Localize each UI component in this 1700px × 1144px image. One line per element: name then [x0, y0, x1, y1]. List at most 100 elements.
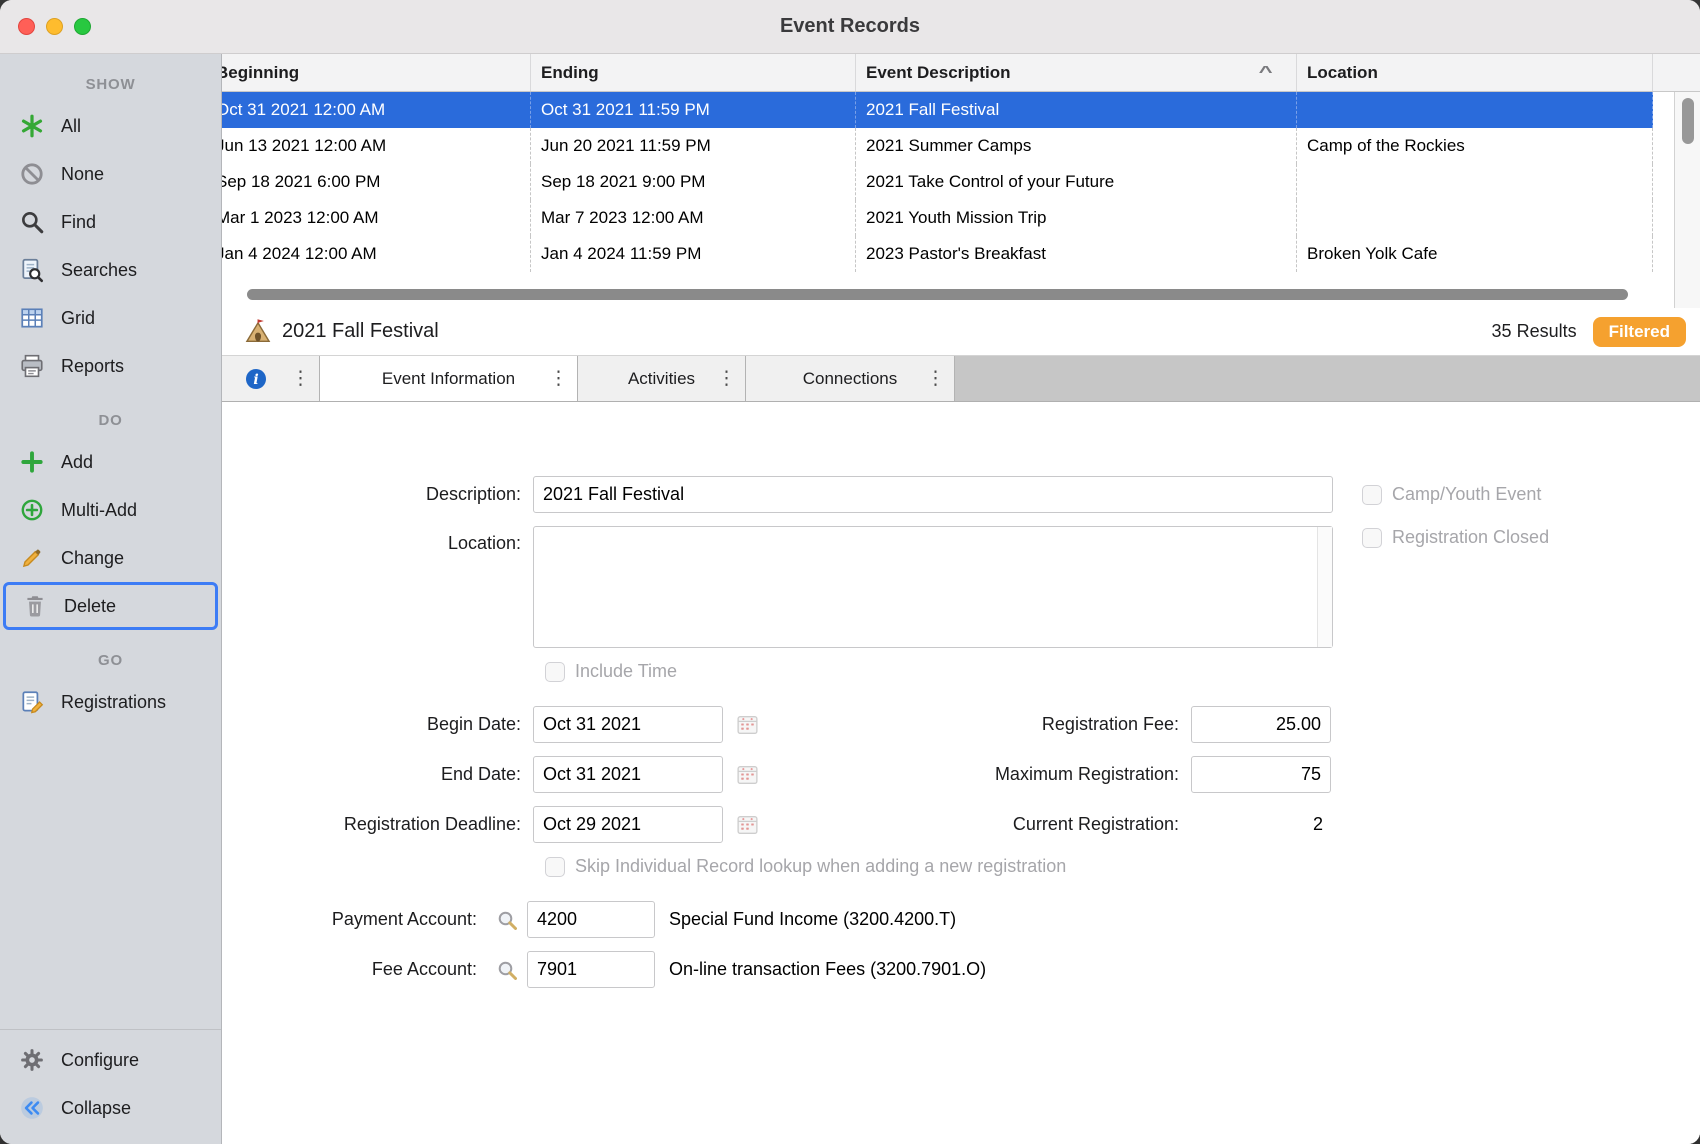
registration-fee-input[interactable]: [1191, 706, 1331, 743]
include-time-label: Include Time: [575, 661, 677, 682]
table-row[interactable]: Sep 18 2021 6:00 PM Sep 18 2021 9:00 PM …: [222, 164, 1700, 200]
cell-location: [1297, 164, 1653, 200]
cell-description: 2023 Pastor's Breakfast: [856, 236, 1297, 272]
sidebar-item-searches[interactable]: Searches: [0, 246, 221, 294]
fee-account-label: Fee Account:: [222, 959, 489, 980]
registration-deadline-input[interactable]: [533, 806, 723, 843]
info-icon: i: [244, 367, 268, 391]
event-records-window: Event Records SHOW All None Fi: [0, 0, 1700, 1144]
tab-menu-icon[interactable]: ⋮: [291, 367, 310, 390]
sidebar-item-label: Reports: [61, 356, 124, 377]
table-row[interactable]: Mar 1 2023 12:00 AM Mar 7 2023 12:00 AM …: [222, 200, 1700, 236]
column-header-event-description[interactable]: Event Description ^: [856, 54, 1297, 91]
column-header-ending[interactable]: Ending: [531, 54, 856, 91]
record-title: 2021 Fall Festival: [282, 320, 439, 343]
vertical-scrollbar-thumb[interactable]: [1682, 98, 1694, 144]
camp-youth-event-checkbox[interactable]: [1362, 485, 1382, 505]
begin-date-label: Begin Date:: [222, 714, 533, 735]
horizontal-scrollbar-thumb[interactable]: [247, 289, 1628, 300]
sidebar-item-reports[interactable]: Reports: [0, 342, 221, 390]
textarea-scrollbar[interactable]: [1317, 527, 1332, 647]
no-entry-icon: [18, 161, 45, 188]
asterisk-icon: [18, 113, 45, 140]
calendar-icon[interactable]: [735, 812, 760, 837]
payment-account-input[interactable]: [527, 901, 655, 938]
sidebar-item-collapse[interactable]: Collapse: [0, 1084, 221, 1132]
sort-ascending-icon: ^: [1258, 64, 1272, 82]
cell-filler: [1653, 200, 1674, 236]
tab-activities[interactable]: Activities ⋮: [578, 356, 746, 401]
close-button[interactable]: [18, 18, 35, 35]
sidebar-item-add[interactable]: Add: [0, 438, 221, 486]
cell-beginning: Mar 1 2023 12:00 AM: [222, 200, 531, 236]
sidebar-item-change[interactable]: Change: [0, 534, 221, 582]
registration-closed-checkbox[interactable]: [1362, 528, 1382, 548]
camp-youth-event-label: Camp/Youth Event: [1392, 484, 1541, 505]
trash-icon: [21, 593, 48, 620]
cell-description: 2021 Take Control of your Future: [856, 164, 1297, 200]
sidebar-header-show: SHOW: [0, 68, 221, 102]
end-date-input[interactable]: [533, 756, 723, 793]
table-row[interactable]: Jun 13 2021 12:00 AM Jun 20 2021 11:59 P…: [222, 128, 1700, 164]
sidebar-item-find[interactable]: Find: [0, 198, 221, 246]
sidebar-item-configure[interactable]: Configure: [0, 1036, 221, 1084]
payment-account-label: Payment Account:: [222, 909, 489, 930]
table-header-row: Beginning Ending Event Description ^ Loc…: [222, 54, 1700, 92]
cell-ending: Mar 7 2023 12:00 AM: [531, 200, 856, 236]
sidebar-item-grid[interactable]: Grid: [0, 294, 221, 342]
cell-ending: Oct 31 2021 11:59 PM: [531, 92, 856, 128]
vertical-scrollbar: [1674, 92, 1700, 308]
include-time-checkbox[interactable]: [545, 662, 565, 682]
begin-date-input[interactable]: [533, 706, 723, 743]
minimize-button[interactable]: [46, 18, 63, 35]
fee-account-input[interactable]: [527, 951, 655, 988]
cell-filler: [1653, 92, 1674, 128]
column-header-location[interactable]: Location: [1297, 54, 1653, 91]
printer-icon: [18, 353, 45, 380]
sidebar-item-label: Delete: [64, 596, 116, 617]
sidebar-header-go: GO: [0, 644, 221, 678]
maximum-registration-input[interactable]: [1191, 756, 1331, 793]
table-row[interactable]: Jan 4 2024 12:00 AM Jan 4 2024 11:59 PM …: [222, 236, 1700, 272]
account-lookup-icon[interactable]: [495, 958, 519, 982]
table-row[interactable]: Oct 31 2021 12:00 AM Oct 31 2021 11:59 P…: [222, 92, 1700, 128]
filtered-badge[interactable]: Filtered: [1593, 317, 1686, 347]
sidebar-item-all[interactable]: All: [0, 102, 221, 150]
titlebar: Event Records: [0, 0, 1700, 54]
calendar-icon[interactable]: [735, 762, 760, 787]
sidebar-item-label: Configure: [61, 1050, 139, 1071]
account-lookup-icon[interactable]: [495, 908, 519, 932]
cell-beginning: Jun 13 2021 12:00 AM: [222, 128, 531, 164]
sidebar-item-label: All: [61, 116, 81, 137]
sidebar-item-label: Change: [61, 548, 124, 569]
cell-filler: [1653, 236, 1674, 272]
registration-fee-label: Registration Fee:: [760, 714, 1191, 735]
horizontal-scrollbar: [247, 289, 1628, 300]
location-label: Location:: [222, 526, 533, 554]
sidebar-item-none[interactable]: None: [0, 150, 221, 198]
tab-connections[interactable]: Connections ⋮: [746, 356, 955, 401]
sidebar-item-registrations[interactable]: Registrations: [0, 678, 221, 726]
tab-menu-icon[interactable]: ⋮: [926, 367, 945, 390]
column-header-beginning[interactable]: Beginning: [222, 54, 531, 91]
description-input[interactable]: [533, 476, 1333, 513]
tab-event-information[interactable]: Event Information ⋮: [320, 356, 578, 401]
location-textarea[interactable]: [533, 526, 1333, 648]
skip-lookup-checkbox[interactable]: [545, 857, 565, 877]
current-registration-label: Current Registration:: [760, 814, 1191, 835]
event-table: Beginning Ending Event Description ^ Loc…: [222, 54, 1700, 308]
tab-bar: i ⋮ Event Information ⋮ Activities ⋮ Con…: [222, 356, 1700, 402]
zoom-button[interactable]: [74, 18, 91, 35]
cell-ending: Sep 18 2021 9:00 PM: [531, 164, 856, 200]
double-chevron-left-icon: [18, 1095, 45, 1122]
sidebar-item-delete[interactable]: Delete: [3, 582, 218, 630]
sidebar-item-multi-add[interactable]: Multi-Add: [0, 486, 221, 534]
window-title: Event Records: [780, 15, 920, 38]
sidebar-item-label: Registrations: [61, 692, 166, 713]
tab-menu-icon[interactable]: ⋮: [717, 367, 736, 390]
tab-info[interactable]: i ⋮: [222, 356, 320, 401]
cell-beginning: Jan 4 2024 12:00 AM: [222, 236, 531, 272]
circled-plus-icon: [18, 497, 45, 524]
calendar-icon[interactable]: [735, 712, 760, 737]
tab-menu-icon[interactable]: ⋮: [549, 367, 568, 390]
